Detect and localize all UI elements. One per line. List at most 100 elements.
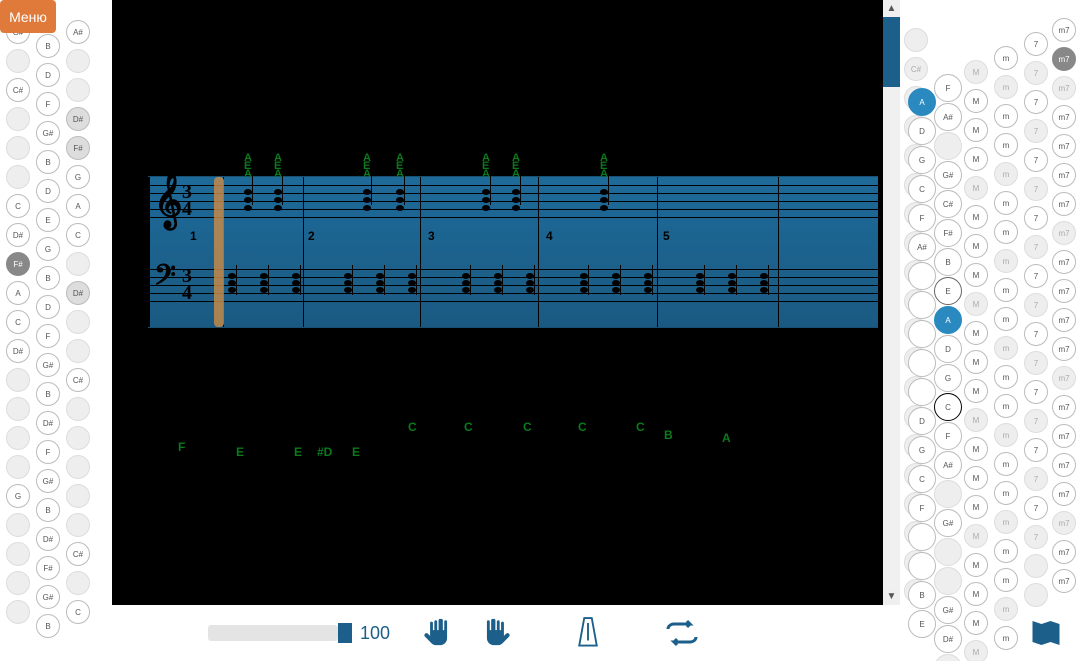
left-key[interactable]: D# xyxy=(36,411,60,435)
right-key-bass2[interactable]: F# xyxy=(934,219,962,247)
right-key-bass[interactable]: C xyxy=(908,465,936,493)
right-key-m7[interactable]: m7 xyxy=(1052,221,1076,245)
right-key-7[interactable]: 7 xyxy=(1024,264,1048,288)
left-key[interactable]: B xyxy=(36,614,60,638)
playhead[interactable] xyxy=(214,177,224,327)
left-key[interactable] xyxy=(66,252,90,276)
score-scrollbar[interactable]: ▲ ▼ xyxy=(883,0,900,605)
right-key-bass2[interactable]: A# xyxy=(934,451,962,479)
right-key-major[interactable]: M xyxy=(964,437,988,461)
left-key[interactable] xyxy=(66,571,90,595)
right-key-minor[interactable]: m xyxy=(994,336,1018,360)
right-key-bass2[interactable]: D xyxy=(934,335,962,363)
left-key[interactable] xyxy=(66,397,90,421)
menu-button[interactable]: Меню xyxy=(0,0,56,33)
left-key[interactable]: C xyxy=(6,194,30,218)
right-key-bass2[interactable]: C# xyxy=(934,190,962,218)
right-key-m7[interactable]: m7 xyxy=(1052,569,1076,593)
tempo-slider[interactable] xyxy=(208,625,338,641)
left-key[interactable]: B xyxy=(36,150,60,174)
left-key[interactable]: F xyxy=(36,440,60,464)
left-key[interactable] xyxy=(6,49,30,73)
right-key-bass2[interactable]: E xyxy=(934,277,962,305)
right-key-bass[interactable]: F xyxy=(908,494,936,522)
left-key[interactable]: F xyxy=(36,324,60,348)
right-key-m7[interactable]: m7 xyxy=(1052,192,1076,216)
right-key-major[interactable]: M xyxy=(964,640,988,661)
right-key-m7[interactable]: m7 xyxy=(1052,105,1076,129)
right-key-minor[interactable]: m xyxy=(994,133,1018,157)
left-key[interactable]: A xyxy=(66,194,90,218)
right-key-major[interactable]: M xyxy=(964,466,988,490)
right-key-major[interactable]: M xyxy=(964,292,988,316)
right-key-bass[interactable]: C xyxy=(908,175,936,203)
right-key-major[interactable]: M xyxy=(964,263,988,287)
right-key-major[interactable]: M xyxy=(964,89,988,113)
right-key-bass2[interactable]: A# xyxy=(934,103,962,131)
right-key-bass[interactable] xyxy=(908,378,936,406)
left-key[interactable] xyxy=(66,78,90,102)
right-key-m7[interactable]: m7 xyxy=(1052,511,1076,535)
right-key-major[interactable]: M xyxy=(964,60,988,84)
right-key-major[interactable]: M xyxy=(964,350,988,374)
right-key-minor[interactable]: m xyxy=(994,162,1018,186)
left-key[interactable]: A# xyxy=(66,20,90,44)
right-key-m7[interactable]: m7 xyxy=(1052,18,1076,42)
scroll-down-icon[interactable]: ▼ xyxy=(883,588,900,605)
right-key-bass[interactable]: A# xyxy=(908,233,936,261)
right-key-m7[interactable]: m7 xyxy=(1052,76,1076,100)
right-key-7[interactable]: 7 xyxy=(1024,322,1048,346)
right-key-major[interactable]: M xyxy=(964,582,988,606)
right-key-bass[interactable]: B xyxy=(908,581,936,609)
right-key-m7[interactable]: m7 xyxy=(1052,279,1076,303)
right-key-m7[interactable]: m7 xyxy=(1052,482,1076,506)
right-key-m7[interactable]: m7 xyxy=(1052,366,1076,390)
right-key-minor[interactable]: m xyxy=(994,220,1018,244)
right-key-7[interactable]: 7 xyxy=(1024,148,1048,172)
right-key-major[interactable]: M xyxy=(964,176,988,200)
left-key[interactable]: D# xyxy=(6,223,30,247)
left-key[interactable]: F xyxy=(36,92,60,116)
right-key-inner[interactable] xyxy=(904,28,928,52)
right-key-m7[interactable]: m7 xyxy=(1052,47,1076,71)
left-key[interactable] xyxy=(6,455,30,479)
right-key-7[interactable] xyxy=(1024,583,1048,607)
right-key-minor[interactable]: m xyxy=(994,568,1018,592)
right-key-7[interactable]: 7 xyxy=(1024,409,1048,433)
right-key-minor[interactable]: m xyxy=(994,46,1018,70)
left-key[interactable] xyxy=(66,310,90,334)
right-key-7[interactable]: 7 xyxy=(1024,235,1048,259)
right-key-m7[interactable]: m7 xyxy=(1052,453,1076,477)
left-key[interactable]: E xyxy=(36,208,60,232)
left-key[interactable]: G# xyxy=(36,585,60,609)
left-key[interactable]: B xyxy=(36,34,60,58)
right-key-bass[interactable]: G xyxy=(908,436,936,464)
left-key[interactable] xyxy=(6,600,30,624)
left-key[interactable] xyxy=(66,339,90,363)
left-key[interactable]: C# xyxy=(66,542,90,566)
right-key-bass2[interactable]: G# xyxy=(934,161,962,189)
right-key-major[interactable]: M xyxy=(964,118,988,142)
left-key[interactable] xyxy=(66,426,90,450)
right-key-bass[interactable] xyxy=(908,523,936,551)
left-key[interactable] xyxy=(6,513,30,537)
loop-button[interactable] xyxy=(660,611,704,655)
left-key[interactable]: D# xyxy=(6,339,30,363)
right-key-m7[interactable]: m7 xyxy=(1052,395,1076,419)
right-key-7[interactable]: 7 xyxy=(1024,32,1048,56)
right-key-bass2[interactable]: G xyxy=(934,364,962,392)
right-key-bass[interactable]: F xyxy=(908,204,936,232)
right-key-7[interactable]: 7 xyxy=(1024,90,1048,114)
right-key-major[interactable]: M xyxy=(964,408,988,432)
left-key[interactable]: C xyxy=(66,600,90,624)
right-key-minor[interactable]: m xyxy=(994,481,1018,505)
right-key-m7[interactable]: m7 xyxy=(1052,163,1076,187)
right-key-7[interactable]: 7 xyxy=(1024,496,1048,520)
tempo-knob[interactable] xyxy=(338,623,352,643)
right-key-major[interactable]: M xyxy=(964,524,988,548)
right-key-major[interactable]: M xyxy=(964,611,988,635)
left-key[interactable]: G xyxy=(6,484,30,508)
right-key-bass2[interactable]: F xyxy=(934,74,962,102)
left-key[interactable] xyxy=(6,571,30,595)
right-key-bass2[interactable]: G# xyxy=(934,596,962,624)
